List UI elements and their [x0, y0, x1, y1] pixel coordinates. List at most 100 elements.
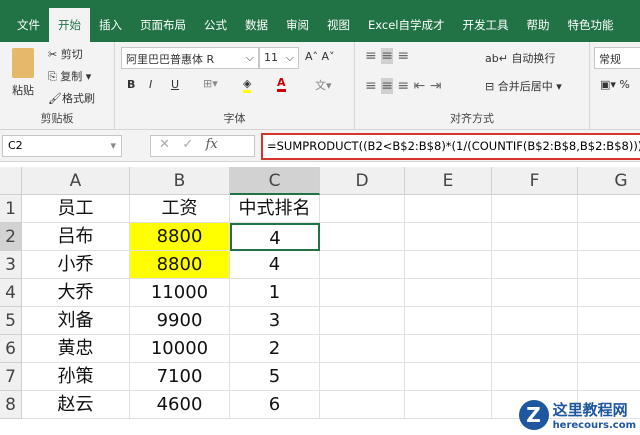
cell-E2[interactable] — [405, 223, 492, 251]
font-name-select[interactable]: 阿里巴巴普惠体 R ⌵ — [121, 47, 259, 69]
cell-G7[interactable] — [578, 363, 640, 391]
row-header[interactable]: 3 — [0, 251, 22, 279]
font-grow-button[interactable]: A˄ A˅ — [305, 50, 335, 63]
formula-input[interactable]: =SUMPRODUCT((B2<B$2:B$8)*(1/(COUNTIF(B$2… — [261, 133, 640, 160]
horizontal-align-icons[interactable]: ≡ ≡ ≡ ⇤ ⇥ — [365, 78, 441, 94]
row-header[interactable]: 1 — [0, 195, 22, 223]
cell-A3[interactable]: 小乔 — [22, 251, 130, 279]
tab-1[interactable]: 开始 — [49, 8, 90, 42]
cell-D2[interactable] — [320, 223, 405, 251]
percent-button[interactable]: ▣▾ % — [600, 78, 630, 91]
font-color-icon[interactable]: A — [277, 76, 286, 92]
cell-D6[interactable] — [320, 335, 405, 363]
row-header[interactable]: 8 — [0, 391, 22, 419]
column-header-E[interactable]: E — [405, 167, 492, 195]
cell-F3[interactable] — [492, 251, 578, 279]
fill-color-icon[interactable]: ◈ — [243, 77, 252, 93]
column-header-F[interactable]: F — [492, 167, 578, 195]
tab-11[interactable]: 特色功能 — [558, 8, 622, 42]
tab-4[interactable]: 公式 — [195, 8, 236, 42]
cell-A4[interactable]: 大乔 — [22, 279, 130, 307]
cell-B6[interactable]: 10000 — [130, 335, 230, 363]
cell-D3[interactable] — [320, 251, 405, 279]
cell-B7[interactable]: 7100 — [130, 363, 230, 391]
format-painter-button[interactable]: 🖌格式刷 — [48, 90, 95, 106]
row-header[interactable]: 7 — [0, 363, 22, 391]
tab-5[interactable]: 数据 — [236, 8, 277, 42]
vertical-align-icons[interactable]: ≡ ≡ ≡ — [365, 48, 409, 64]
cell-G3[interactable] — [578, 251, 640, 279]
bold-button[interactable]: B — [127, 78, 135, 91]
fx-icon[interactable]: fx — [206, 137, 218, 152]
cell-E8[interactable] — [405, 391, 492, 419]
cell-C7[interactable]: 5 — [230, 363, 320, 391]
cell-E5[interactable] — [405, 307, 492, 335]
column-header-C[interactable]: C — [230, 167, 320, 195]
cell-D4[interactable] — [320, 279, 405, 307]
tab-6[interactable]: 审阅 — [277, 8, 318, 42]
cell-B4[interactable]: 11000 — [130, 279, 230, 307]
cell-F4[interactable] — [492, 279, 578, 307]
font-size-select[interactable]: 11 ⌵ — [259, 47, 299, 69]
italic-button[interactable]: I — [149, 78, 152, 91]
cell-G6[interactable] — [578, 335, 640, 363]
cell-B5[interactable]: 9900 — [130, 307, 230, 335]
cell-E3[interactable] — [405, 251, 492, 279]
tab-7[interactable]: 视图 — [318, 8, 359, 42]
tab-10[interactable]: 帮助 — [517, 8, 558, 42]
number-format-select[interactable]: 常规 — [594, 47, 640, 69]
cell-B8[interactable]: 4600 — [130, 391, 230, 419]
column-header-D[interactable]: D — [320, 167, 405, 195]
cut-button[interactable]: ✂ 剪切 — [48, 46, 83, 62]
row-header[interactable]: 5 — [0, 307, 22, 335]
tab-0[interactable]: 文件 — [8, 8, 49, 42]
cell-D1[interactable] — [320, 195, 405, 223]
phonetic-icon[interactable]: 文▾ — [315, 77, 332, 93]
cell-C3[interactable]: 4 — [230, 251, 320, 279]
cell-F6[interactable] — [492, 335, 578, 363]
cell-C5[interactable]: 3 — [230, 307, 320, 335]
cell-G1[interactable] — [578, 195, 640, 223]
cell-G2[interactable] — [578, 223, 640, 251]
border-icon[interactable]: ⊞▾ — [203, 77, 218, 90]
cell-A8[interactable]: 赵云 — [22, 391, 130, 419]
cell-A5[interactable]: 刘备 — [22, 307, 130, 335]
cell-C4[interactable]: 1 — [230, 279, 320, 307]
tab-9[interactable]: 开发工具 — [453, 8, 517, 42]
cell-E1[interactable] — [405, 195, 492, 223]
cell-D5[interactable] — [320, 307, 405, 335]
underline-button[interactable]: U — [171, 78, 179, 91]
cell-C6[interactable]: 2 — [230, 335, 320, 363]
cell-D7[interactable] — [320, 363, 405, 391]
copy-button[interactable]: ⎘ 复制 ▾ — [48, 68, 91, 84]
row-header[interactable]: 6 — [0, 335, 22, 363]
enter-icon[interactable]: ✓ — [182, 137, 193, 152]
cell-E7[interactable] — [405, 363, 492, 391]
cancel-icon[interactable]: ✕ — [159, 137, 170, 152]
select-all-corner[interactable] — [0, 167, 22, 195]
tab-3[interactable]: 页面布局 — [131, 8, 195, 42]
paste-button[interactable]: 粘贴 — [12, 82, 34, 98]
cell-E4[interactable] — [405, 279, 492, 307]
cell-C1[interactable]: 中式排名 — [230, 195, 320, 223]
cell-A2[interactable]: 吕布 — [22, 223, 130, 251]
row-header[interactable]: 4 — [0, 279, 22, 307]
cell-A6[interactable]: 黄忠 — [22, 335, 130, 363]
cell-C8[interactable]: 6 — [230, 391, 320, 419]
column-header-A[interactable]: A — [22, 167, 130, 195]
cell-G4[interactable] — [578, 279, 640, 307]
name-box[interactable]: C2 ▾ — [2, 135, 122, 157]
column-header-G[interactable]: G — [578, 167, 640, 195]
cell-G5[interactable] — [578, 307, 640, 335]
cell-C2[interactable]: 4 — [230, 223, 320, 251]
cell-B1[interactable]: 工资 — [130, 195, 230, 223]
wrap-text-button[interactable]: ab↵ 自动换行 — [485, 50, 555, 66]
row-header[interactable]: 2 — [0, 223, 22, 251]
cell-F5[interactable] — [492, 307, 578, 335]
cell-F1[interactable] — [492, 195, 578, 223]
cell-D8[interactable] — [320, 391, 405, 419]
merge-center-button[interactable]: ⊟ 合并后居中 ▾ — [485, 78, 562, 94]
tab-8[interactable]: Excel自学成才 — [359, 8, 453, 42]
cell-E6[interactable] — [405, 335, 492, 363]
cell-A1[interactable]: 员工 — [22, 195, 130, 223]
